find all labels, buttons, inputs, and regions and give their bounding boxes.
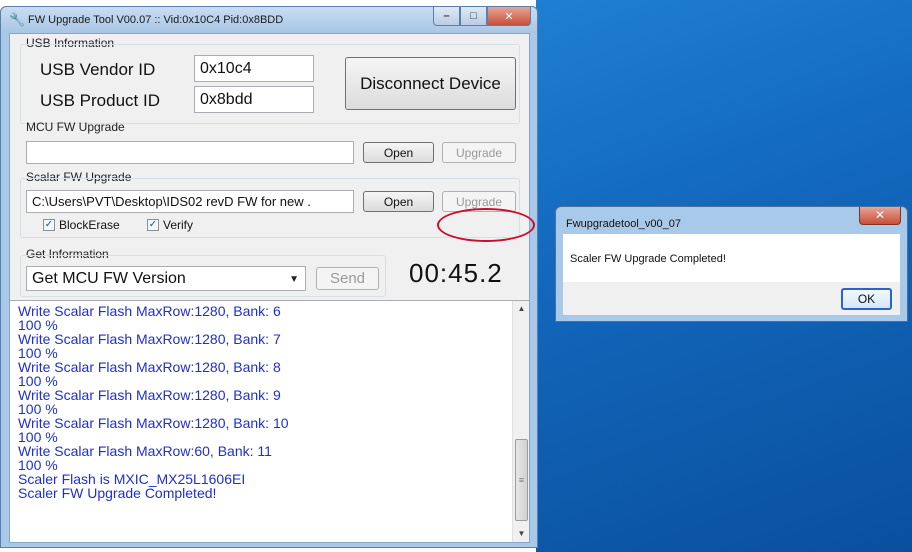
mcu-open-button[interactable]: Open bbox=[363, 142, 434, 163]
block-erase-checkbox[interactable]: ✓ BlockErase bbox=[43, 218, 120, 232]
verify-checkbox[interactable]: ✓ Verify bbox=[147, 218, 193, 232]
scroll-down-icon[interactable]: ▼ bbox=[513, 526, 530, 542]
log-line: Scaler Flash is MXIC_MX25L1606EI bbox=[18, 471, 246, 487]
mcu-upgrade-button[interactable]: Upgrade bbox=[442, 142, 516, 163]
dialog-title: Fwupgradetool_v00_07 bbox=[566, 218, 681, 230]
log-line: Write Scalar Flash MaxRow:1280, Bank: 8 bbox=[18, 359, 281, 375]
log-line: 100 % bbox=[18, 429, 58, 445]
verify-label: Verify bbox=[163, 218, 194, 232]
chevron-down-icon: ▼ bbox=[289, 274, 299, 285]
main-window: 🔧 FW Upgrade Tool V00.07 :: Vid:0x10C4 P… bbox=[0, 6, 538, 548]
info-command-select[interactable]: Get MCU FW Version ▼ bbox=[26, 266, 306, 291]
log-line: 100 % bbox=[18, 345, 58, 361]
dialog-message: Scaler FW Upgrade Completed! bbox=[570, 253, 726, 265]
log-line: 100 % bbox=[18, 457, 58, 473]
window-title: FW Upgrade Tool V00.07 :: Vid:0x10C4 Pid… bbox=[28, 14, 284, 26]
log-line: Write Scalar Flash MaxRow:1280, Bank: 9 bbox=[18, 387, 281, 403]
block-erase-check-icon: ✓ bbox=[43, 219, 55, 231]
dialog-body: Scaler FW Upgrade Completed! OK bbox=[563, 234, 900, 315]
log-line: 100 % bbox=[18, 373, 58, 389]
log-line: 100 % bbox=[18, 401, 58, 417]
window-controls: – □ ✕ bbox=[433, 7, 531, 27]
wrench-icon: 🔧 bbox=[9, 12, 26, 27]
block-erase-label: BlockErase bbox=[59, 218, 120, 232]
close-button[interactable]: ✕ bbox=[487, 7, 531, 26]
log-line: 100 % bbox=[18, 317, 58, 333]
disconnect-device-button[interactable]: Disconnect Device bbox=[345, 57, 516, 110]
log-line: Scaler FW Upgrade Completed! bbox=[18, 485, 217, 501]
scalar-open-button[interactable]: Open bbox=[363, 191, 434, 212]
maximize-button[interactable]: □ bbox=[460, 7, 487, 26]
log-output[interactable]: Write Scalar Flash MaxRow:1280, Bank: 61… bbox=[10, 300, 529, 542]
scroll-thumb[interactable]: ≡ bbox=[515, 439, 528, 521]
verify-check-icon: ✓ bbox=[147, 219, 159, 231]
send-button[interactable]: Send bbox=[316, 267, 379, 290]
log-line: Write Scalar Flash MaxRow:1280, Bank: 6 bbox=[18, 303, 281, 319]
highlight-ellipse bbox=[437, 208, 535, 242]
log-line: Write Scalar Flash MaxRow:1280, Bank: 10 bbox=[18, 415, 289, 431]
product-id-label: USB Product ID bbox=[40, 91, 160, 110]
minimize-button[interactable]: – bbox=[433, 7, 460, 26]
main-client-area: USB Information USB Vendor ID 0x10c4 USB… bbox=[9, 33, 535, 543]
dialog-ok-button[interactable]: OK bbox=[841, 288, 892, 310]
scalar-path-field[interactable]: C:\Users\PVT\Desktop\IDS02 revD FW for n… bbox=[26, 190, 354, 213]
log-scrollbar[interactable]: ▲ ≡ ▼ bbox=[512, 301, 529, 542]
elapsed-timer: 00:45.2 bbox=[409, 258, 503, 288]
vendor-id-field[interactable]: 0x10c4 bbox=[194, 55, 314, 82]
main-titlebar[interactable]: 🔧 FW Upgrade Tool V00.07 :: Vid:0x10C4 P… bbox=[1, 7, 537, 33]
log-line: Write Scalar Flash MaxRow:1280, Bank: 7 bbox=[18, 331, 281, 347]
mcu-path-field[interactable] bbox=[26, 141, 354, 164]
dialog-footer: OK bbox=[563, 282, 900, 315]
info-selected-value: Get MCU FW Version bbox=[32, 269, 186, 287]
log-line: Write Scalar Flash MaxRow:60, Bank: 11 bbox=[18, 443, 272, 459]
dialog-close-button[interactable]: ✕ bbox=[859, 207, 901, 225]
scroll-up-icon[interactable]: ▲ bbox=[513, 301, 530, 317]
vendor-id-label: USB Vendor ID bbox=[40, 60, 156, 79]
product-id-field[interactable]: 0x8bdd bbox=[194, 86, 314, 113]
log-lines: Write Scalar Flash MaxRow:1280, Bank: 61… bbox=[18, 304, 498, 500]
mcu-group-label: MCU FW Upgrade bbox=[26, 120, 125, 134]
message-dialog: Fwupgradetool_v00_07 ✕ Scaler FW Upgrade… bbox=[555, 206, 908, 322]
